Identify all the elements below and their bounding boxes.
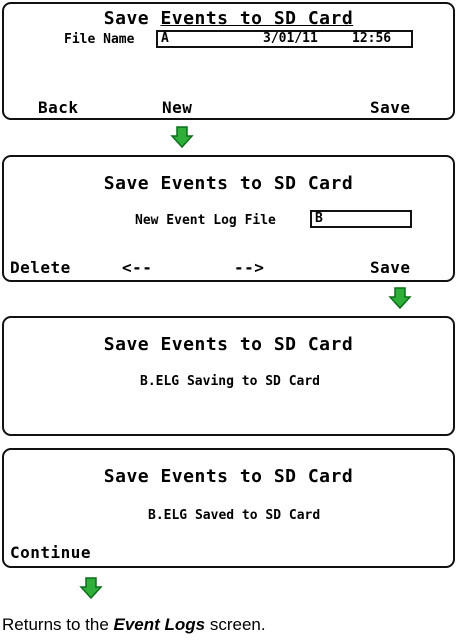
continue-softkey[interactable]: Continue (10, 543, 91, 562)
cursor-left-softkey[interactable]: <-- (122, 258, 152, 277)
save-softkey[interactable]: Save (370, 98, 411, 117)
new-event-log-label: New Event Log File (135, 213, 276, 228)
delete-softkey[interactable]: Delete (10, 258, 71, 277)
save-softkey[interactable]: Save (370, 258, 411, 277)
saving-message: B.ELG Saving to SD Card (140, 374, 321, 389)
screen-title: Save Events to SD Card (103, 334, 354, 355)
new-event-log-field[interactable]: B (310, 210, 412, 228)
screen-title: Save Events to SD Card (103, 8, 354, 29)
file-name-label: File Name (64, 32, 135, 47)
save-events-screen-2: Save Events to SD Card New Event Log Fil… (2, 155, 455, 282)
footer-note: Returns to the Event Logs screen. (2, 615, 266, 634)
down-arrow-icon (170, 126, 194, 149)
cursor-right-softkey[interactable]: --> (234, 258, 264, 277)
screen-title: Save Events to SD Card (103, 173, 354, 194)
down-arrow-icon (388, 287, 412, 310)
file-time: 12:56 (352, 31, 392, 46)
down-arrow-icon (79, 577, 103, 600)
new-softkey[interactable]: New (162, 98, 192, 117)
back-softkey[interactable]: Back (38, 98, 79, 117)
saved-message: B.ELG Saved to SD Card (148, 508, 321, 523)
file-name-value: A (161, 31, 169, 46)
new-event-log-value: B (315, 211, 323, 226)
save-events-screen-1: Save Events to SD Card File Name A 3/01/… (2, 2, 455, 120)
save-events-screen-4: Save Events to SD Card B.ELG Saved to SD… (2, 448, 455, 568)
file-date: 3/01/11 (263, 31, 318, 46)
screen-title: Save Events to SD Card (103, 466, 354, 487)
save-events-screen-3: Save Events to SD Card B.ELG Saving to S… (2, 316, 455, 436)
event-logs-link-text: Event Logs (113, 615, 206, 634)
file-name-field[interactable]: A 3/01/11 12:56 (156, 30, 413, 48)
